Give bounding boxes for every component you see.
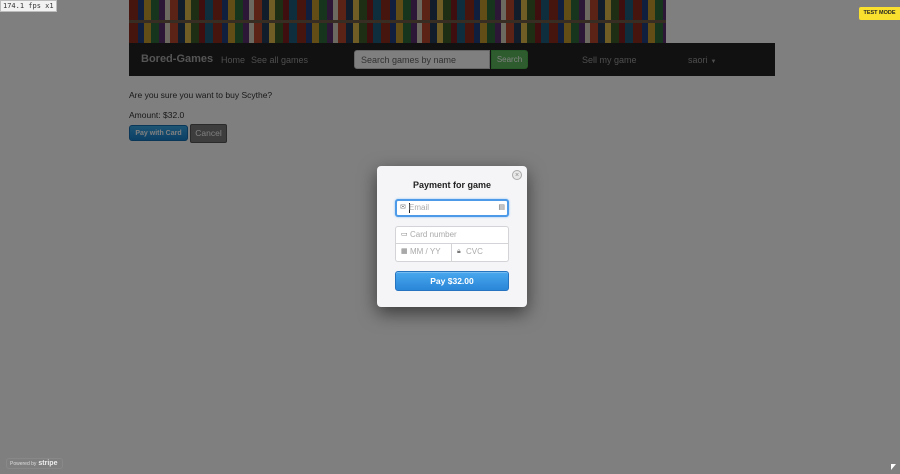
pay-amount-button[interactable]: Pay $32.00 [395, 271, 509, 291]
contact-card-icon[interactable]: ▤ [498, 201, 505, 215]
card-number-placeholder: Card number [410, 230, 457, 239]
email-placeholder: Email [409, 203, 430, 212]
lock-icon: 🔒︎ [457, 248, 461, 255]
cvc-field[interactable]: 🔒︎ CVC [452, 244, 509, 262]
close-icon[interactable]: × [512, 170, 522, 180]
credit-card-icon: ▭ [401, 231, 408, 238]
calendar-icon: ▦ [401, 248, 408, 255]
envelope-icon: ✉ [400, 204, 406, 211]
fps-counter: 174.1 fps x1 [0, 0, 57, 12]
email-field[interactable]: ✉ Email ▤ [395, 199, 509, 217]
powered-by-stripe-link[interactable]: Powered by stripe [6, 458, 63, 469]
checkout-title: Payment for game [412, 180, 492, 190]
checkout-modal: × Payment for game ✉ Email ▤ ▭ Card numb… [377, 166, 527, 307]
expiry-field[interactable]: ▦ MM / YY [395, 244, 452, 262]
cvc-placeholder: CVC [466, 247, 483, 256]
mouse-cursor [891, 464, 896, 470]
expiry-placeholder: MM / YY [410, 247, 441, 256]
stripe-logo: stripe [38, 460, 58, 467]
powered-by-label: Powered by [10, 461, 37, 467]
card-number-field[interactable]: ▭ Card number [395, 226, 509, 244]
test-mode-badge: TEST MODE [859, 7, 900, 20]
